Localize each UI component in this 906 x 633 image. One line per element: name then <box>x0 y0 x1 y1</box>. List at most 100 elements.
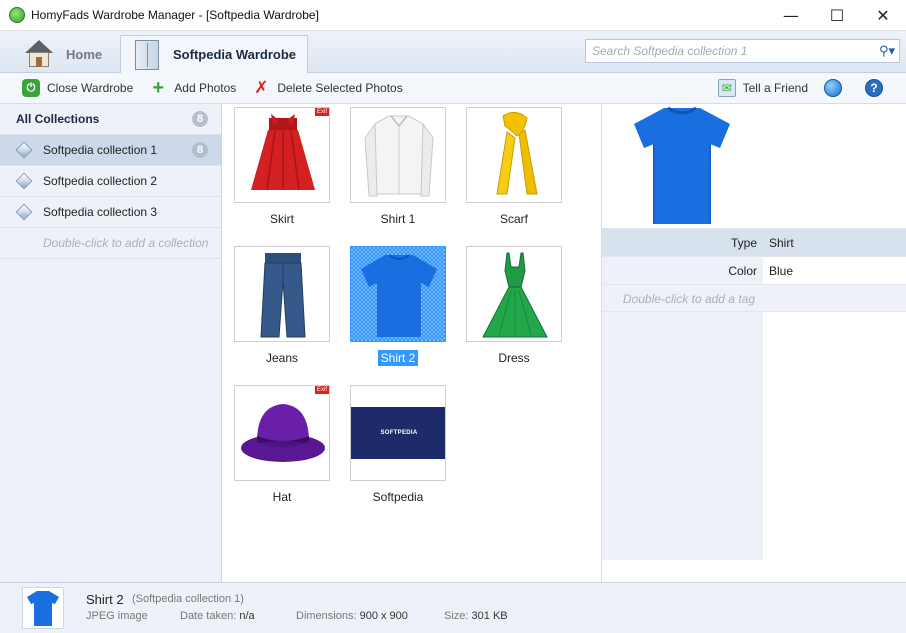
tag-empty-area <box>602 312 906 560</box>
website-button[interactable] <box>816 73 857 104</box>
add-photos-button[interactable]: + Add Photos <box>141 73 244 104</box>
close-button[interactable]: ✕ <box>860 0 906 31</box>
collections-sidebar: All Collections 8 Softpedia collection 1… <box>0 104 222 582</box>
sidebar-item-label: Softpedia collection 3 <box>43 205 158 219</box>
blue-shirt-status-image <box>27 591 59 626</box>
photo-label: Jeans <box>265 351 299 365</box>
delete-icon: ✗ <box>254 78 269 98</box>
softpedia-logo: SOFTPEDIA <box>351 407 445 459</box>
status-file-type: JPEG image <box>86 610 148 622</box>
tag-value[interactable]: Shirt <box>763 229 906 256</box>
photo-preview <box>602 104 906 228</box>
add-tag-row[interactable]: Double-click to add a tag <box>602 284 906 312</box>
tag-value-column <box>763 312 906 560</box>
tag-key: Color <box>602 257 763 284</box>
globe-icon <box>824 79 842 97</box>
tell-friend-icon: ✉ <box>717 79 736 97</box>
search-box: ⚲▾ <box>585 39 900 63</box>
collection-icon <box>15 203 33 221</box>
tag-row-type[interactable]: Type Shirt <box>602 228 906 256</box>
photo-label: Shirt 1 <box>380 212 416 226</box>
close-wardrobe-label: Close Wardrobe <box>47 81 134 95</box>
app-icon <box>9 7 25 23</box>
photo-thumbnail[interactable] <box>466 246 562 342</box>
exif-badge: Exif <box>314 108 329 116</box>
status-photo-name: Shirt 2 <box>86 592 124 607</box>
add-tag-hint[interactable]: Double-click to add a tag <box>602 285 763 311</box>
photo-softpedia[interactable]: SOFTPEDIA Softpedia <box>350 385 446 504</box>
wardrobe-icon <box>135 39 159 70</box>
status-thumbnail <box>22 587 64 629</box>
photo-hat[interactable]: Exif Hat <box>234 385 330 504</box>
sidebar-item-collection-3[interactable]: Softpedia collection 3 <box>0 197 221 228</box>
photo-thumbnail[interactable]: Exif <box>234 107 330 203</box>
status-date-label: Date taken: <box>180 610 237 622</box>
photo-label: Softpedia <box>372 490 424 504</box>
status-size-label: Size: <box>444 610 469 622</box>
photo-grid: Exif Skirt Shirt 1 Scarf Jeans Shirt 2 D… <box>223 104 600 582</box>
add-tag-value-cell <box>763 285 906 311</box>
tell-friend-button[interactable]: ✉ Tell a Friend <box>710 73 816 104</box>
search-icon[interactable]: ⚲▾ <box>875 44 899 59</box>
photo-dress[interactable]: Dress <box>466 246 562 365</box>
delete-photos-label: Delete Selected Photos <box>277 81 403 95</box>
photo-thumbnail[interactable] <box>466 107 562 203</box>
photo-thumbnail[interactable] <box>234 246 330 342</box>
tab-home-label: Home <box>66 46 103 62</box>
status-date: Date taken: n/a <box>180 610 255 622</box>
close-wardrobe-button[interactable]: ⏻ Close Wardrobe <box>14 73 141 104</box>
all-collections-count-badge: 8 <box>192 111 208 127</box>
sidebar-item-collection-2[interactable]: Softpedia collection 2 <box>0 166 221 197</box>
sidebar-item-label: Softpedia collection 1 <box>43 143 158 157</box>
title-bar: HomyFads Wardrobe Manager - [Softpedia W… <box>0 0 906 31</box>
tell-friend-label: Tell a Friend <box>742 81 808 95</box>
photo-shirt-2[interactable]: Shirt 2 <box>350 246 446 366</box>
all-collections-label: All Collections <box>16 112 100 126</box>
photo-label: Skirt <box>270 212 294 226</box>
tag-key-column <box>602 312 763 560</box>
tab-bar: Home Softpedia Wardrobe ⚲▾ <box>0 31 906 73</box>
photo-thumbnail[interactable]: Exif <box>234 385 330 481</box>
status-size-value: 301 KB <box>471 610 508 622</box>
softpedia-logo-text: SOFTPEDIA <box>380 430 418 436</box>
dress-image <box>482 252 548 338</box>
help-button[interactable]: ? <box>857 73 898 104</box>
white-shirt-image <box>364 115 434 197</box>
search-input[interactable] <box>586 44 875 58</box>
minimize-button[interactable]: — <box>768 0 814 31</box>
photo-thumbnail[interactable] <box>350 246 446 342</box>
maximize-button[interactable]: ☐ <box>814 0 860 31</box>
tab-home[interactable]: Home <box>24 35 102 73</box>
add-collection-hint[interactable]: Double-click to add a collection <box>0 228 221 259</box>
add-photos-label: Add Photos <box>174 81 237 95</box>
jeans-image <box>260 253 306 338</box>
collection-count-badge: 8 <box>192 142 208 158</box>
sidebar-item-collection-1[interactable]: Softpedia collection 1 8 <box>0 135 221 166</box>
home-icon <box>24 40 54 68</box>
collection-icon <box>15 172 33 190</box>
tag-row-color[interactable]: Color Blue <box>602 256 906 284</box>
photo-thumbnail[interactable]: SOFTPEDIA <box>350 385 446 481</box>
photo-thumbnail[interactable] <box>350 107 446 203</box>
status-dimensions-value: 900 x 900 <box>359 610 408 622</box>
tag-value[interactable]: Blue <box>763 257 906 284</box>
photo-shirt-1[interactable]: Shirt 1 <box>350 107 446 226</box>
collection-icon <box>15 141 33 159</box>
status-date-value: n/a <box>239 610 255 622</box>
status-collection: (Softpedia collection 1) <box>132 593 244 605</box>
photo-jeans[interactable]: Jeans <box>234 246 330 365</box>
tab-wardrobe-label: Softpedia Wardrobe <box>173 47 297 62</box>
status-dimensions: Dimensions: 900 x 900 <box>296 610 408 622</box>
power-icon: ⏻ <box>22 79 40 97</box>
hat-image <box>241 404 325 462</box>
scarf-image <box>496 112 538 195</box>
window-controls: — ☐ ✕ <box>768 0 906 31</box>
photo-scarf[interactable]: Scarf <box>466 107 562 226</box>
photo-skirt[interactable]: Exif Skirt <box>234 107 330 226</box>
photo-label: Shirt 2 <box>377 350 419 366</box>
delete-photos-button[interactable]: ✗ Delete Selected Photos <box>244 73 410 104</box>
all-collections-item[interactable]: All Collections 8 <box>0 104 221 135</box>
tab-wardrobe[interactable]: Softpedia Wardrobe <box>120 35 308 73</box>
details-panel: Type Shirt Color Blue Double-click to ad… <box>601 104 906 582</box>
status-dimensions-label: Dimensions: <box>296 610 357 622</box>
